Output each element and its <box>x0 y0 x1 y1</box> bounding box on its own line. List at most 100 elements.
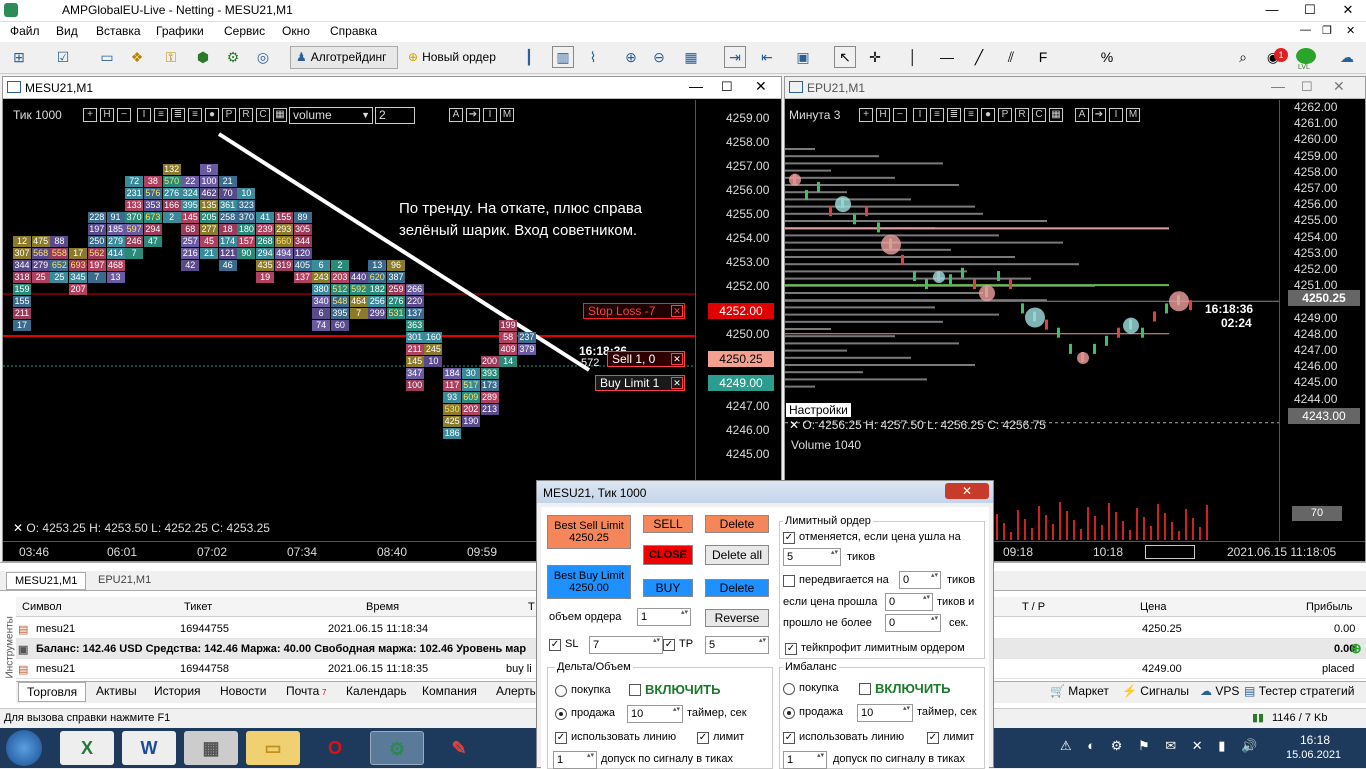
candle-chart-icon[interactable]: ▥ <box>552 46 574 68</box>
buy-button[interactable]: BUY <box>643 579 693 597</box>
order-volume-stepper[interactable]: 1 <box>637 608 691 626</box>
tool-align-icon[interactable]: ≣ <box>947 108 961 122</box>
tab-mail[interactable]: Почта <box>278 682 327 700</box>
vline-icon[interactable]: │ <box>902 46 924 68</box>
navigator-icon[interactable]: ❖ <box>126 46 148 68</box>
menu-charts[interactable]: Графики <box>156 24 204 38</box>
col-type[interactable]: Т <box>528 601 535 613</box>
menu-file[interactable]: Файл <box>10 24 40 38</box>
add-icon[interactable]: ⊕ <box>1350 640 1362 657</box>
dialog-close-icon[interactable]: ✕ <box>945 483 989 499</box>
account-icon[interactable]: ☁ <box>1336 46 1358 68</box>
strategy-icon[interactable]: ⚿ <box>160 46 182 68</box>
tab-market[interactable]: 🛒 Маркет <box>1042 682 1117 700</box>
new-chart-icon[interactable]: ⊞ <box>8 46 30 68</box>
maximize-button[interactable]: ☐ <box>1292 0 1328 20</box>
tool-i-icon[interactable]: I <box>1109 108 1123 122</box>
cancel-if-checkbox[interactable]: ✓ <box>783 532 795 544</box>
hline-icon[interactable]: — <box>936 46 958 68</box>
delta-limit-checkbox[interactable]: ✓ <box>697 732 709 744</box>
delta-buy-radio[interactable] <box>555 685 567 697</box>
fibo-icon[interactable]: F <box>1032 46 1054 68</box>
channel-icon[interactable]: ⫽ <box>1000 46 1022 68</box>
sell-position-tag[interactable]: Sell 1, 0 ✕ <box>607 351 685 367</box>
menu-close-icon[interactable]: ✕ <box>1346 24 1355 37</box>
level-icon[interactable] <box>1296 48 1316 64</box>
left-chart-maximize-icon[interactable]: ☐ <box>721 79 733 95</box>
start-button[interactable] <box>6 730 42 766</box>
tool-c-icon[interactable]: C <box>1032 108 1046 122</box>
passed-max-stepper[interactable]: 0 <box>885 614 941 632</box>
cursor-icon[interactable]: ↖ <box>834 46 856 68</box>
buy-limit-tag[interactable]: Buy Limit 1 ✕ <box>595 375 685 391</box>
chart-shift-icon[interactable]: ⇤ <box>756 46 778 68</box>
tool-h-icon[interactable]: H <box>876 108 890 122</box>
terminal-icon[interactable]: ⬢ <box>192 46 214 68</box>
delete-sell-button[interactable]: Delete <box>705 515 769 533</box>
opera-icon[interactable]: O <box>308 731 362 765</box>
chart-tab-epu[interactable]: EPU21,M1 <box>90 572 159 588</box>
calculator-icon[interactable]: ▦ <box>184 731 238 765</box>
bar-chart-icon[interactable]: ┃ <box>518 46 540 68</box>
menu-restore-icon[interactable]: ❐ <box>1322 24 1332 37</box>
stop-loss-close-icon[interactable]: ✕ <box>671 305 683 317</box>
delta-enable-checkbox[interactable] <box>629 684 641 696</box>
menu-window[interactable]: Окно <box>282 24 310 38</box>
crosshair-icon[interactable]: ✛ <box>864 46 886 68</box>
menu-tools[interactable]: Сервис <box>224 24 265 38</box>
sl-checkbox[interactable]: ✓ <box>549 639 561 651</box>
tab-calendar[interactable]: Календарь <box>338 682 415 700</box>
menu-minimize-icon[interactable]: — <box>1300 24 1311 36</box>
moves-checkbox[interactable] <box>783 575 795 587</box>
editor-icon[interactable]: ◎ <box>252 46 274 68</box>
delta-timer-stepper[interactable]: 10 <box>627 705 683 723</box>
sell-close-icon[interactable]: ✕ <box>671 353 683 365</box>
best-buy-limit-button[interactable]: Best Buy Limit 4250.00 <box>547 565 631 599</box>
imb-tolerance-stepper[interactable]: 1 <box>783 751 827 769</box>
imb-timer-stepper[interactable]: 10 <box>857 704 913 722</box>
left-chart-close-icon[interactable]: ✕ <box>755 78 767 95</box>
tp-limit-checkbox[interactable]: ✓ <box>785 643 797 655</box>
delete-all-button[interactable]: Delete all <box>705 545 769 565</box>
market-watch-icon[interactable]: ▭ <box>96 46 118 68</box>
tp-checkbox[interactable]: ✓ <box>663 639 675 651</box>
tp-stepper[interactable]: 5 <box>705 636 769 654</box>
tool-grid-icon[interactable]: ▦ <box>1049 108 1063 122</box>
explorer-icon[interactable]: ▭ <box>246 731 300 765</box>
indicators-icon[interactable]: ▣ <box>792 46 814 68</box>
col-ticket[interactable]: Тикет <box>184 601 212 613</box>
tab-news[interactable]: Новости <box>212 682 274 700</box>
menu-help[interactable]: Справка <box>330 24 377 38</box>
stop-loss-tag[interactable]: Stop Loss -7 ✕ <box>583 303 685 319</box>
left-chart-area[interactable]: Тик 1000 + H − I ≡ ≣ ≡ ● P R C ▦ volume … <box>3 100 695 541</box>
tab-assets[interactable]: Активы <box>88 682 145 700</box>
tool-a-icon[interactable]: A <box>1075 108 1089 122</box>
delta-use-line-checkbox[interactable]: ✓ <box>555 732 567 744</box>
buy-limit-close-icon[interactable]: ✕ <box>671 377 683 389</box>
col-price[interactable]: Цена <box>1140 601 1166 613</box>
imb-limit-checkbox[interactable]: ✓ <box>927 732 939 744</box>
trendline-icon[interactable]: ╱ <box>968 46 990 68</box>
right-chart-area[interactable]: Минута 3 + H − I ≡ ≣ ≡ ● P R C ▦ A ➔ I M… <box>785 100 1279 541</box>
metatrader-icon[interactable]: ⚙ <box>370 731 424 765</box>
minimize-button[interactable]: — <box>1254 0 1290 20</box>
new-order-button[interactable]: ⊕ Новый ордер <box>402 46 504 69</box>
tab-history[interactable]: История <box>146 682 209 700</box>
tab-trade[interactable]: Торговля <box>18 682 87 702</box>
tool-list-icon[interactable]: ≡ <box>930 108 944 122</box>
sl-stepper[interactable]: 7 <box>589 636 663 654</box>
profiles-icon[interactable]: ☑ <box>52 46 74 68</box>
reverse-button[interactable]: Reverse <box>705 609 769 627</box>
right-chart-minimize-icon[interactable]: — <box>1271 78 1285 94</box>
zoom-in-icon[interactable]: ⊕ <box>620 46 642 68</box>
chart-tab-mesu[interactable]: MESU21,M1 <box>6 572 87 590</box>
excel-icon[interactable]: X <box>60 731 114 765</box>
left-chart-minimize-icon[interactable]: — <box>689 78 703 94</box>
col-profit[interactable]: Прибыль <box>1306 601 1353 613</box>
tool-p-icon[interactable]: P <box>998 108 1012 122</box>
autoscroll-icon[interactable]: ⇥ <box>724 46 746 68</box>
tester-icon[interactable]: ⚙ <box>222 46 244 68</box>
imb-buy-radio[interactable] <box>783 683 795 695</box>
tab-company[interactable]: Компания <box>414 682 485 700</box>
word-icon[interactable]: W <box>122 731 176 765</box>
